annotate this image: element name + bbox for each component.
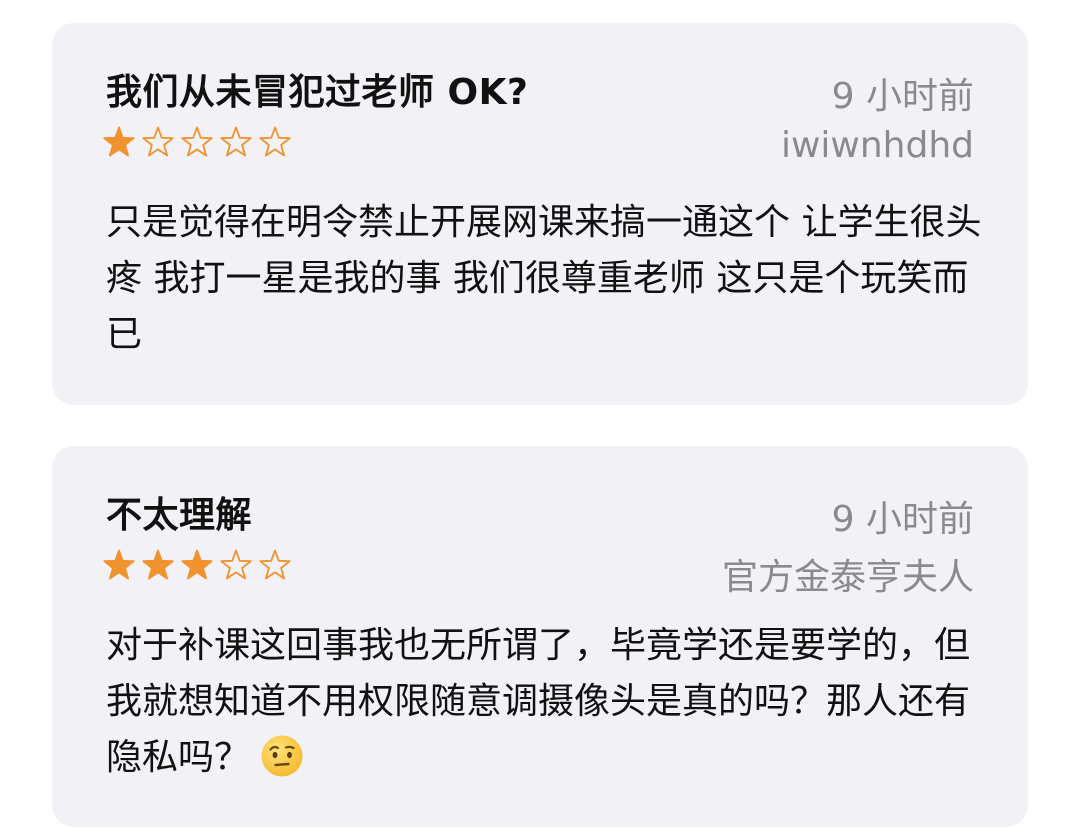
review-body: 对于补课这回事我也无所谓了，毕竟学还是要学的，但我就想知道不用权限随意调摄像头是… [106,625,971,778]
star-filled-icon [103,126,135,157]
star-empty-icon [259,126,291,157]
star-rating [102,548,292,582]
review-body-container: 对于补课这回事我也无所谓了，毕竟学还是要学的，但我就想知道不用权限随意调摄像头是… [106,618,982,786]
star-empty-icon [142,126,174,157]
review-card[interactable]: 我们从未冒犯过老师 OK? 9 小时前 iwiwnhdhd 只是觉得在明令禁止开… [52,23,1028,405]
star-filled-icon [181,549,213,580]
review-title: 我们从未冒犯过老师 OK? [106,72,529,113]
star-empty-icon [220,126,252,157]
star-empty-icon [259,549,291,580]
review-author[interactable]: 官方金泰亨夫人 [722,548,974,600]
star-empty-icon [181,126,213,157]
raised-eyebrow-face-icon [261,735,303,777]
star-filled-icon [103,549,135,580]
review-title: 不太理解 [106,495,253,536]
review-time: 9 小时前 [831,76,974,117]
review-author[interactable]: iwiwnhdhd [781,125,974,166]
review-body: 只是觉得在明令禁止开展网课来搞一通这个 让学生很头疼 我打一星是我的事 我们很尊… [106,202,982,355]
review-card[interactable]: 不太理解 9 小时前 官方金泰亨夫人 对于补课这回事我也无所谓了，毕竟学还是要学… [52,446,1028,827]
star-rating [102,125,292,159]
star-empty-icon [220,549,252,580]
star-filled-icon [142,549,174,580]
review-time: 9 小时前 [831,499,974,540]
